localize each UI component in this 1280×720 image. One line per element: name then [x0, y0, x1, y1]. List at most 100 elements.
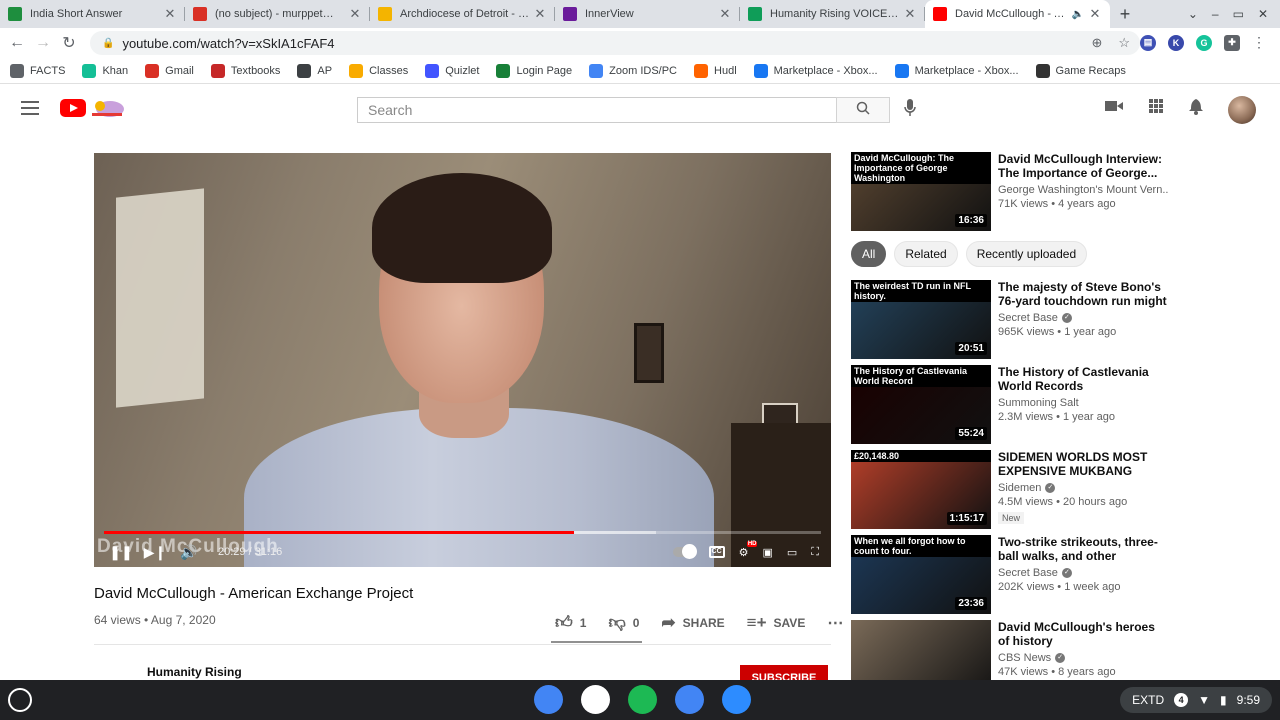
- status-tray[interactable]: EXTD 4 ▼ ▮ 9:59: [1120, 687, 1272, 713]
- fullscreen-icon[interactable]: ⛶: [811, 546, 819, 559]
- create-video-icon[interactable]: [1105, 99, 1123, 119]
- launcher-icon[interactable]: [8, 688, 32, 712]
- close-tab-icon[interactable]: ✕: [533, 6, 547, 22]
- close-tab-icon[interactable]: ✕: [348, 6, 362, 22]
- minimize-icon[interactable]: –: [1212, 7, 1219, 21]
- bookmark-item[interactable]: Textbooks: [210, 63, 280, 78]
- rec-title[interactable]: Two-strike strikeouts, three-ball walks,…: [998, 535, 1168, 563]
- audio-playing-icon[interactable]: 🔈: [1072, 9, 1084, 20]
- bookmark-item[interactable]: Zoom IDS/PC: [589, 63, 677, 78]
- puzzle-icon[interactable]: ✚: [1224, 34, 1240, 51]
- progress-bar[interactable]: [104, 531, 821, 534]
- filter-chip[interactable]: Related: [894, 241, 958, 267]
- grammarly-icon[interactable]: G: [1196, 34, 1212, 51]
- address-bar[interactable]: 🔒 youtube.com/watch?v=xSkIA1cFAF4 ⊕ ☆: [90, 31, 1140, 55]
- autoplay-toggle[interactable]: [672, 544, 697, 559]
- bookmark-favicon-icon: [145, 63, 160, 78]
- video-thumbnail[interactable]: When we all forgot how to count to four.…: [851, 535, 991, 614]
- lock-icon[interactable]: 🔒: [102, 38, 114, 49]
- bookmark-item[interactable]: Khan: [82, 63, 128, 78]
- rec-title[interactable]: The majesty of Steve Bono's 76-yard touc…: [998, 280, 1168, 308]
- share-button[interactable]: ➦ SHARE: [661, 613, 724, 633]
- apps-grid-icon[interactable]: [1149, 99, 1163, 119]
- browser-tab[interactable]: (no subject) - murppet@shrin ✕: [185, 0, 370, 28]
- duration-badge: 1:15:17: [946, 512, 987, 525]
- dislike-button[interactable]: 👎︎ 0: [608, 612, 639, 633]
- browser-tab[interactable]: David McCullough - Ame 🔈 ✕: [925, 0, 1110, 28]
- menu-icon[interactable]: [21, 101, 39, 119]
- next-icon[interactable]: ▶❙: [138, 544, 172, 561]
- reload-icon[interactable]: ↻: [56, 33, 82, 53]
- rec-title[interactable]: The History of Castlevania World Records: [998, 365, 1168, 393]
- bookmark-item[interactable]: Gmail: [145, 63, 194, 78]
- bookmark-item[interactable]: Quizlet: [425, 63, 479, 78]
- zoom-app-icon[interactable]: [722, 685, 751, 714]
- bookmark-item[interactable]: Login Page: [496, 63, 572, 78]
- video-thumbnail[interactable]: £20,148.80 1:15:17: [851, 450, 991, 529]
- pause-icon[interactable]: ❚❚: [104, 544, 138, 561]
- video-thumbnail[interactable]: The weirdest TD run in NFL history. 20:51: [851, 280, 991, 359]
- recommended-video[interactable]: The History of Castlevania World Record 5…: [851, 365, 1171, 445]
- close-tab-icon[interactable]: ✕: [903, 6, 917, 22]
- browser-tab[interactable]: InnerView ✕: [555, 0, 740, 28]
- bookmark-star-icon[interactable]: ☆: [1118, 35, 1130, 51]
- doodle-icon[interactable]: [88, 97, 126, 119]
- bookmark-item[interactable]: Marketplace - Xbox...: [753, 63, 878, 78]
- bookmark-item[interactable]: Marketplace - Xbox...: [894, 63, 1019, 78]
- notifications-bell-icon[interactable]: [1189, 99, 1203, 119]
- meta-separator: •: [144, 613, 151, 627]
- video-thumbnail[interactable]: David McCullough: The Importance of Geor…: [851, 152, 991, 231]
- bookmark-item[interactable]: Game Recaps: [1035, 63, 1126, 78]
- new-tab-button[interactable]: +: [1110, 0, 1140, 28]
- kebab-menu-icon[interactable]: ⋮: [1252, 34, 1266, 51]
- close-tab-icon[interactable]: ✕: [1088, 6, 1102, 22]
- recommended-video[interactable]: David McCullough: The Importance of Geor…: [851, 152, 1171, 232]
- rec-title[interactable]: David McCullough's heroes of history: [998, 620, 1168, 648]
- miniplayer-icon[interactable]: ▣: [762, 546, 772, 559]
- browser-tab[interactable]: Humanity Rising VOICES Sun ✕: [740, 0, 925, 28]
- extension-icon[interactable]: ▤: [1140, 34, 1156, 51]
- filter-chip[interactable]: All: [851, 241, 887, 267]
- browser-tab[interactable]: India Short Answer ✕: [0, 0, 185, 28]
- more-actions-icon[interactable]: ⋯: [827, 613, 843, 633]
- bookmark-item[interactable]: Hudl: [694, 63, 737, 78]
- recommended-video[interactable]: £20,148.80 1:15:17 SIDEMEN WORLDS MOST EXP…: [851, 450, 1171, 530]
- save-button[interactable]: ≡+ SAVE: [747, 613, 806, 633]
- recommended-video[interactable]: When we all forgot how to count to four.…: [851, 535, 1171, 615]
- spotify-app-icon[interactable]: [628, 685, 657, 714]
- search-button[interactable]: [836, 97, 890, 123]
- bookmark-item[interactable]: FACTS: [10, 63, 65, 78]
- settings-gear-icon[interactable]: ⚙ HD: [739, 540, 758, 559]
- back-icon[interactable]: ←: [4, 34, 30, 52]
- video-thumbnail[interactable]: The History of Castlevania World Record 5…: [851, 365, 991, 444]
- volume-icon[interactable]: 🔊: [172, 544, 206, 561]
- bookmark-item[interactable]: Classes: [349, 63, 408, 78]
- tab-search-icon[interactable]: ⌄: [1188, 7, 1198, 21]
- mic-icon[interactable]: [902, 99, 918, 119]
- like-button[interactable]: 👍︎ 1: [555, 612, 586, 633]
- video-player[interactable]: David McCullough ❚❚ ▶❙ 🔊 20:29 / 31:16 C…: [94, 153, 831, 567]
- avatar[interactable]: [1228, 96, 1256, 124]
- captions-icon[interactable]: CC: [708, 546, 725, 558]
- rec-title[interactable]: David McCullough Interview: The Importan…: [998, 152, 1168, 180]
- play-store-app-icon[interactable]: [581, 685, 610, 714]
- chrome-app-icon[interactable]: [534, 685, 563, 714]
- close-tab-icon[interactable]: ✕: [718, 6, 732, 22]
- rec-title[interactable]: SIDEMEN WORLDS MOST EXPENSIVE MUKBANG: [998, 450, 1168, 478]
- youtube-logo[interactable]: [60, 99, 86, 117]
- k-extension-icon[interactable]: K: [1168, 34, 1184, 51]
- files-app-icon[interactable]: [675, 685, 704, 714]
- filter-chip[interactable]: Recently uploaded: [965, 241, 1088, 267]
- forward-icon[interactable]: →: [30, 34, 56, 52]
- search-input[interactable]: Search: [357, 97, 837, 123]
- browser-tab[interactable]: Archdiocese of Detroit - Reso ✕: [370, 0, 555, 28]
- close-tab-icon[interactable]: ✕: [163, 6, 177, 22]
- bookmark-item[interactable]: AP: [297, 63, 332, 78]
- close-window-icon[interactable]: ✕: [1258, 7, 1268, 21]
- channel-name[interactable]: Humanity Rising: [147, 665, 242, 679]
- add-icon[interactable]: ⊕: [1091, 35, 1102, 51]
- maximize-icon[interactable]: ▭: [1233, 7, 1244, 21]
- theater-mode-icon[interactable]: ▭: [787, 546, 797, 559]
- recommended-video[interactable]: The weirdest TD run in NFL history. 20:51…: [851, 280, 1171, 360]
- classroom-icon: [8, 7, 22, 21]
